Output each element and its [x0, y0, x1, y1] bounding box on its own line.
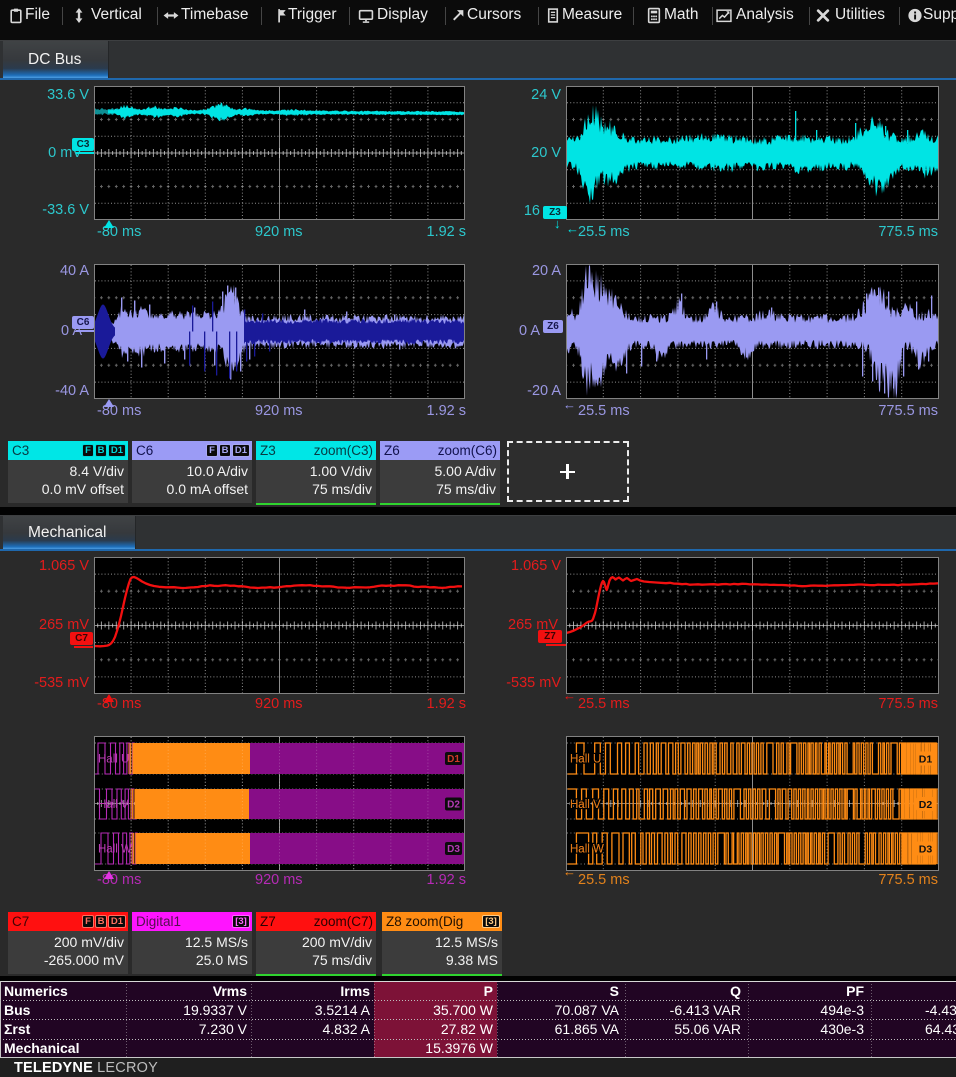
svg-text:D3: D3	[447, 844, 460, 855]
svg-text:D1: D1	[919, 754, 933, 766]
svg-text:D2: D2	[919, 799, 933, 811]
svg-text:Hall W: Hall W	[570, 844, 604, 856]
svg-text:Hall V: Hall V	[570, 799, 601, 811]
svg-text:D2: D2	[447, 800, 460, 811]
svg-text:Hall U: Hall U	[98, 754, 129, 766]
svg-text:Hall W: Hall W	[98, 844, 132, 856]
svg-text:Hall V: Hall V	[98, 799, 129, 811]
svg-text:Hall U: Hall U	[570, 754, 601, 766]
svg-text:D1: D1	[447, 754, 460, 765]
svg-text:D3: D3	[919, 844, 933, 856]
